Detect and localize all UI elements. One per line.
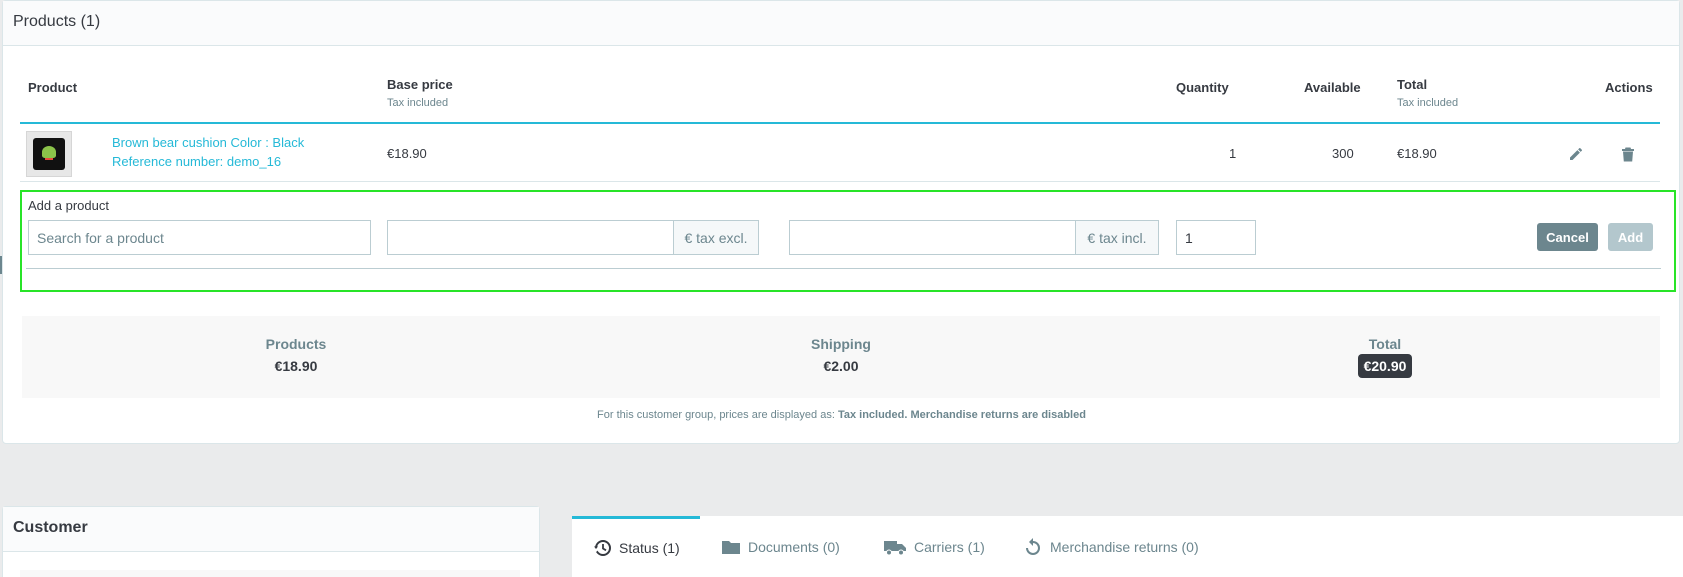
order-tabs: Status (1) Documents (0) Carriers (1) Me… (572, 516, 1683, 577)
column-header-base-price: Base price (387, 77, 453, 92)
column-header-base-price-sub: Tax included (387, 97, 449, 109)
add-product-label: Add a product (28, 198, 109, 213)
delete-product-button[interactable] (1618, 144, 1638, 164)
summary-products-label: Products (265, 336, 327, 352)
product-name-link[interactable]: Brown bear cushion Color : Black (112, 135, 304, 150)
tax-note-mode: Tax included (837, 409, 905, 421)
summary-products: Products €18.90 (196, 336, 396, 374)
column-header-product: Product (28, 80, 78, 95)
customer-card: Customer (2, 506, 540, 577)
trash-icon (1622, 147, 1634, 162)
price-tax-excl-addon: € tax excl. (673, 220, 759, 255)
price-tax-incl-input[interactable] (789, 220, 1076, 255)
tab-status[interactable]: Status (1) (572, 516, 700, 577)
product-total: €18.90 (1397, 146, 1437, 161)
quantity-input[interactable] (1176, 220, 1256, 255)
customer-card-title: Customer (3, 507, 539, 552)
tab-documents-label: Documents (0) (748, 538, 840, 555)
history-icon (592, 540, 611, 556)
product-available: 300 (1332, 146, 1354, 161)
product-thumbnail (26, 131, 72, 177)
customer-card-body (20, 570, 520, 577)
product-search-input[interactable] (28, 220, 371, 255)
return-icon (1026, 537, 1040, 555)
table-row-divider (20, 181, 1660, 182)
tab-documents[interactable]: Documents (0) (721, 516, 840, 577)
tax-display-note: For this customer group, prices are disp… (597, 409, 1086, 421)
price-tax-excl-input[interactable] (387, 220, 674, 255)
summary-total-label: Total (1368, 336, 1402, 352)
column-header-total-sub: Tax included (1397, 97, 1459, 109)
products-card-title: Products (1) (3, 1, 1679, 46)
summary-total-badge: €20.90 (1357, 354, 1413, 378)
summary-shipping: Shipping €2.00 (741, 336, 941, 374)
summary-shipping-value: €2.00 (823, 358, 859, 374)
tax-note-prefix: For this customer group, prices are disp… (597, 409, 838, 421)
pencil-icon (1570, 147, 1583, 160)
add-button[interactable]: Add (1608, 223, 1653, 251)
add-product-divider (26, 268, 1661, 269)
column-header-total: Total (1397, 77, 1428, 92)
summary-products-value: €18.90 (274, 358, 318, 374)
column-header-actions: Actions (1605, 80, 1653, 95)
price-tax-incl-addon: € tax incl. (1075, 220, 1159, 255)
column-header-quantity: Quantity (1176, 80, 1229, 95)
tab-carriers-label: Carriers (1) (914, 538, 985, 555)
tab-merchandise-returns[interactable]: Merchandise returns (0) (1023, 516, 1199, 577)
summary-total: Total €20.90 (1285, 336, 1485, 378)
product-reference-link[interactable]: Reference number: demo_16 (112, 154, 281, 169)
tab-status-label: Status (1) (619, 540, 680, 556)
tab-carriers[interactable]: Carriers (1) (883, 516, 985, 577)
table-header-divider (20, 122, 1660, 124)
edit-product-button[interactable] (1566, 144, 1586, 164)
summary-shipping-label: Shipping (811, 336, 871, 352)
product-quantity: 1 (1229, 146, 1237, 161)
product-base-price: €18.90 (387, 146, 427, 161)
tax-note-returns: Merchandise returns are disabled (910, 409, 1086, 421)
cancel-button[interactable]: Cancel (1537, 223, 1598, 251)
tab-merchandise-returns-label: Merchandise returns (0) (1050, 538, 1199, 555)
truck-icon (884, 540, 906, 555)
column-header-available: Available (1304, 80, 1361, 95)
folder-icon (722, 540, 740, 554)
